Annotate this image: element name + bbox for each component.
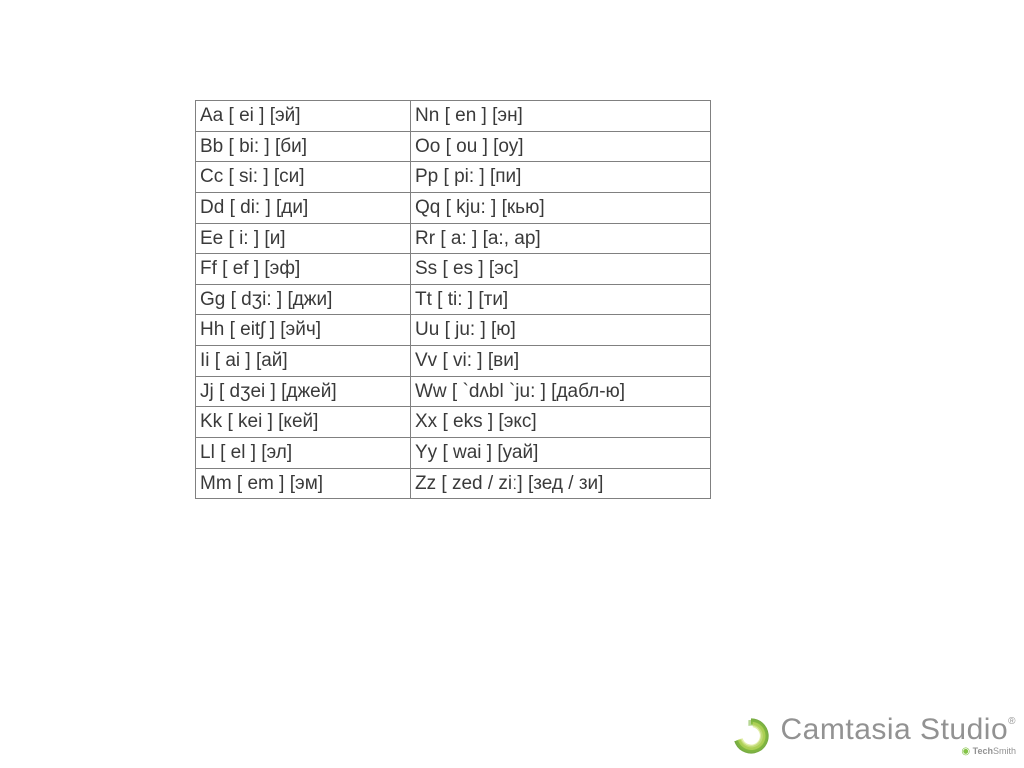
table-row: Ff [ ef ] [эф]Ss [ es ] [эс] [196, 254, 711, 285]
table-row: Ee [ i: ] [и]Rr [ a: ] [а:, ар] [196, 223, 711, 254]
table-row: Mm [ em ] [эм]Zz [ zed / ziː] [зед / зи] [196, 468, 711, 499]
brand-part2: Smith [993, 746, 1016, 756]
alphabet-table: Aa [ ei ] [эй]Nn [ en ] [эн]Bb [ bi: ] [… [195, 100, 711, 499]
watermark-title: Camtasia Studio® [781, 715, 1016, 745]
alphabet-cell-left: Aa [ ei ] [эй] [196, 101, 411, 132]
table-row: Hh [ eitʃ ] [эйч]Uu [ ju: ] [ю] [196, 315, 711, 346]
alphabet-cell-right: Zz [ zed / ziː] [зед / зи] [411, 468, 711, 499]
alphabet-cell-right: Pp [ pi: ] [пи] [411, 162, 711, 193]
alphabet-cell-left: Kk [ kei ] [кей] [196, 407, 411, 438]
watermark-title-text: Camtasia Studio [781, 713, 1009, 746]
registered-mark: ® [1008, 716, 1016, 727]
brand-part1: Tech [973, 746, 993, 756]
alphabet-cell-left: Hh [ eitʃ ] [эйч] [196, 315, 411, 346]
camtasia-logo-icon [729, 714, 773, 758]
alphabet-cell-right: Tt [ ti: ] [ти] [411, 284, 711, 315]
alphabet-cell-left: Ll [ el ] [эл] [196, 438, 411, 469]
alphabet-cell-right: Nn [ en ] [эн] [411, 101, 711, 132]
camtasia-watermark: Camtasia Studio® ◉ TechSmith [729, 714, 1016, 758]
alphabet-cell-right: Uu [ ju: ] [ю] [411, 315, 711, 346]
table-row: Gg [ dʒi: ] [джи]Tt [ ti: ] [ти] [196, 284, 711, 315]
table-row: Bb [ bi: ] [би]Oo [ ou ] [оу] [196, 131, 711, 162]
alphabet-cell-left: Ee [ i: ] [и] [196, 223, 411, 254]
table-row: Ii [ ai ] [ай]Vv [ vi: ] [ви] [196, 346, 711, 377]
alphabet-cell-right: Ss [ es ] [эс] [411, 254, 711, 285]
alphabet-cell-right: Ww [ `dʌbl `ju: ] [дабл-ю] [411, 376, 711, 407]
alphabet-cell-right: Vv [ vi: ] [ви] [411, 346, 711, 377]
table-row: Ll [ el ] [эл]Yy [ wai ] [уай] [196, 438, 711, 469]
alphabet-table-container: Aa [ ei ] [эй]Nn [ en ] [эн]Bb [ bi: ] [… [195, 100, 711, 499]
table-row: Dd [ di: ] [ди]Qq [ kju: ] [кью] [196, 192, 711, 223]
watermark-text: Camtasia Studio® ◉ TechSmith [781, 715, 1016, 757]
dot-icon: ◉ [961, 746, 970, 757]
alphabet-cell-right: Yy [ wai ] [уай] [411, 438, 711, 469]
alphabet-cell-left: Cc [ si: ] [си] [196, 162, 411, 193]
watermark-subtitle: ◉ TechSmith [961, 747, 1016, 757]
alphabet-cell-right: Qq [ kju: ] [кью] [411, 192, 711, 223]
alphabet-cell-right: Rr [ a: ] [а:, ар] [411, 223, 711, 254]
alphabet-cell-right: Oo [ ou ] [оу] [411, 131, 711, 162]
table-row: Kk [ kei ] [кей]Xx [ eks ] [экс] [196, 407, 711, 438]
alphabet-cell-left: Ii [ ai ] [ай] [196, 346, 411, 377]
table-row: Aa [ ei ] [эй]Nn [ en ] [эн] [196, 101, 711, 132]
alphabet-cell-left: Ff [ ef ] [эф] [196, 254, 411, 285]
alphabet-cell-left: Mm [ em ] [эм] [196, 468, 411, 499]
alphabet-cell-left: Bb [ bi: ] [би] [196, 131, 411, 162]
alphabet-cell-left: Jj [ dʒei ] [джей] [196, 376, 411, 407]
table-row: Jj [ dʒei ] [джей]Ww [ `dʌbl `ju: ] [даб… [196, 376, 711, 407]
alphabet-cell-left: Gg [ dʒi: ] [джи] [196, 284, 411, 315]
alphabet-cell-left: Dd [ di: ] [ди] [196, 192, 411, 223]
table-row: Cc [ si: ] [си]Pp [ pi: ] [пи] [196, 162, 711, 193]
alphabet-cell-right: Xx [ eks ] [экс] [411, 407, 711, 438]
